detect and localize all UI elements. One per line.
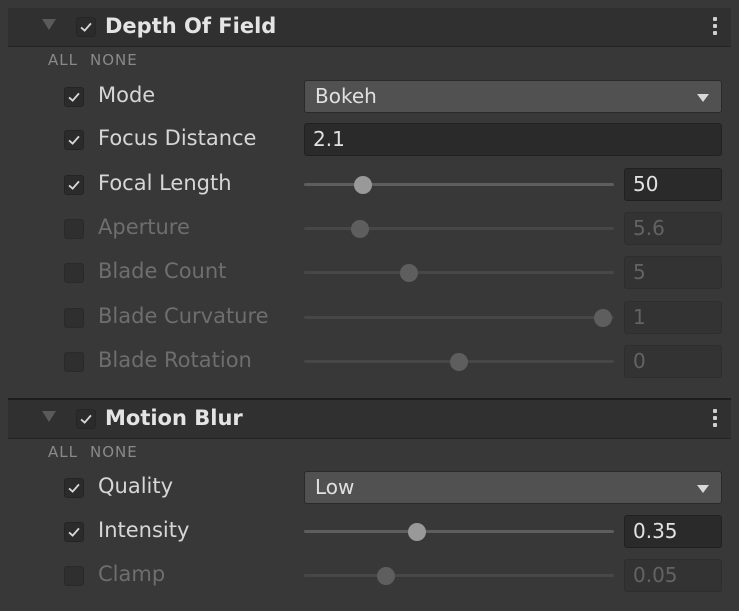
chevron-down-icon <box>697 94 709 102</box>
blade-curvature-slider <box>304 300 614 336</box>
dof-enable-checkbox[interactable] <box>76 17 96 37</box>
dof-section-header[interactable]: Depth Of Field <box>8 8 731 47</box>
aperture-override-checkbox[interactable] <box>64 219 84 239</box>
mode-label: Mode <box>98 83 156 107</box>
slider-thumb <box>400 264 419 282</box>
intensity-override-checkbox[interactable] <box>64 522 84 542</box>
dof-section-title: Depth Of Field <box>105 14 277 38</box>
slider-thumb <box>450 353 468 371</box>
quality-value: Low <box>315 475 355 499</box>
dof-focal-length-row: Focal Length 50 <box>8 167 731 203</box>
chevron-down-icon <box>697 485 709 493</box>
dof-blade-rotation-row: Blade Rotation 0 <box>8 344 731 380</box>
dof-focus-distance-row: Focus Distance 2.1 <box>8 122 731 158</box>
motion-blur-section-header[interactable]: Motion Blur <box>8 398 731 439</box>
blade-curvature-override-checkbox[interactable] <box>64 308 84 328</box>
motion-blur-clamp-row: Clamp 0.05 <box>8 558 731 594</box>
aperture-slider <box>304 211 614 247</box>
dof-all-none: ALL NONE <box>48 51 150 69</box>
slider-thumb <box>377 567 396 585</box>
blade-rotation-field: 0 <box>624 345 722 378</box>
slider-thumb[interactable] <box>353 176 372 194</box>
checkmark-icon <box>80 414 92 424</box>
focal-length-value: 50 <box>633 172 659 196</box>
blade-count-value: 5 <box>633 260 646 284</box>
checkmark-icon <box>68 180 80 190</box>
aperture-value: 5.6 <box>633 216 665 240</box>
blade-count-override-checkbox[interactable] <box>64 263 84 283</box>
blade-curvature-label: Blade Curvature <box>98 304 269 328</box>
quality-dropdown[interactable]: Low <box>304 471 722 504</box>
slider-track <box>304 574 614 577</box>
dof-aperture-row: Aperture 5.6 <box>8 211 731 247</box>
focus-distance-value: 2.1 <box>313 127 345 151</box>
motion-blur-all-none: ALL NONE <box>48 443 150 461</box>
kebab-menu-icon[interactable] <box>713 409 717 429</box>
checkmark-icon <box>68 135 80 145</box>
focus-distance-label: Focus Distance <box>98 126 257 150</box>
slider-thumb[interactable] <box>408 523 427 541</box>
blade-curvature-field: 1 <box>624 301 722 334</box>
motion-blur-enable-checkbox[interactable] <box>76 409 96 429</box>
focal-length-override-checkbox[interactable] <box>64 175 84 195</box>
checkmark-icon <box>80 22 92 32</box>
motion-blur-quality-row: Quality Low <box>8 470 731 506</box>
mode-dropdown[interactable]: Bokeh <box>304 80 722 113</box>
dof-mode-row: Mode Bokeh <box>8 79 731 115</box>
intensity-label: Intensity <box>98 518 190 542</box>
motion-blur-all-button[interactable]: ALL <box>48 443 78 461</box>
clamp-label: Clamp <box>98 562 166 586</box>
blade-rotation-value: 0 <box>633 349 646 373</box>
clamp-field: 0.05 <box>624 559 722 592</box>
clamp-override-checkbox[interactable] <box>64 566 84 586</box>
aperture-field: 5.6 <box>624 212 722 245</box>
checkmark-icon <box>68 483 80 493</box>
focus-distance-field[interactable]: 2.1 <box>304 123 722 156</box>
foldout-triangle-icon[interactable] <box>42 411 56 422</box>
blade-curvature-value: 1 <box>633 305 646 329</box>
foldout-triangle-icon[interactable] <box>42 19 56 30</box>
intensity-field[interactable]: 0.35 <box>624 515 722 548</box>
intensity-slider[interactable] <box>304 514 614 550</box>
slider-track <box>304 271 614 274</box>
blade-count-field: 5 <box>624 256 722 289</box>
clamp-value: 0.05 <box>633 563 678 587</box>
motion-blur-section-title: Motion Blur <box>105 406 243 430</box>
quality-label: Quality <box>98 474 174 498</box>
quality-override-checkbox[interactable] <box>64 478 84 498</box>
kebab-menu-icon[interactable] <box>713 17 717 37</box>
blade-count-label: Blade Count <box>98 259 227 283</box>
volume-inspector: Depth Of Field ALL NONE Mode Bokeh Focus … <box>8 8 731 606</box>
slider-track[interactable] <box>304 183 614 186</box>
clamp-slider <box>304 558 614 594</box>
checkmark-icon <box>68 92 80 102</box>
blade-rotation-override-checkbox[interactable] <box>64 352 84 372</box>
motion-blur-intensity-row: Intensity 0.35 <box>8 514 731 550</box>
slider-track <box>304 316 614 319</box>
focal-length-slider[interactable] <box>304 167 614 203</box>
dof-blade-count-row: Blade Count 5 <box>8 255 731 291</box>
mode-override-checkbox[interactable] <box>64 87 84 107</box>
focal-length-field[interactable]: 50 <box>624 168 722 201</box>
dof-blade-curvature-row: Blade Curvature 1 <box>8 300 731 336</box>
blade-rotation-label: Blade Rotation <box>98 348 252 372</box>
slider-thumb <box>594 309 613 327</box>
blade-rotation-slider <box>304 344 614 380</box>
focus-distance-override-checkbox[interactable] <box>64 130 84 150</box>
slider-track[interactable] <box>304 530 614 533</box>
motion-blur-none-button[interactable]: NONE <box>90 443 138 461</box>
aperture-label: Aperture <box>98 215 190 239</box>
dof-all-button[interactable]: ALL <box>48 51 78 69</box>
dof-none-button[interactable]: NONE <box>90 51 138 69</box>
intensity-value: 0.35 <box>633 519 678 543</box>
checkmark-icon <box>68 527 80 537</box>
mode-value: Bokeh <box>315 84 377 108</box>
focal-length-label: Focal Length <box>98 171 232 195</box>
slider-thumb <box>350 220 369 238</box>
blade-count-slider <box>304 255 614 291</box>
